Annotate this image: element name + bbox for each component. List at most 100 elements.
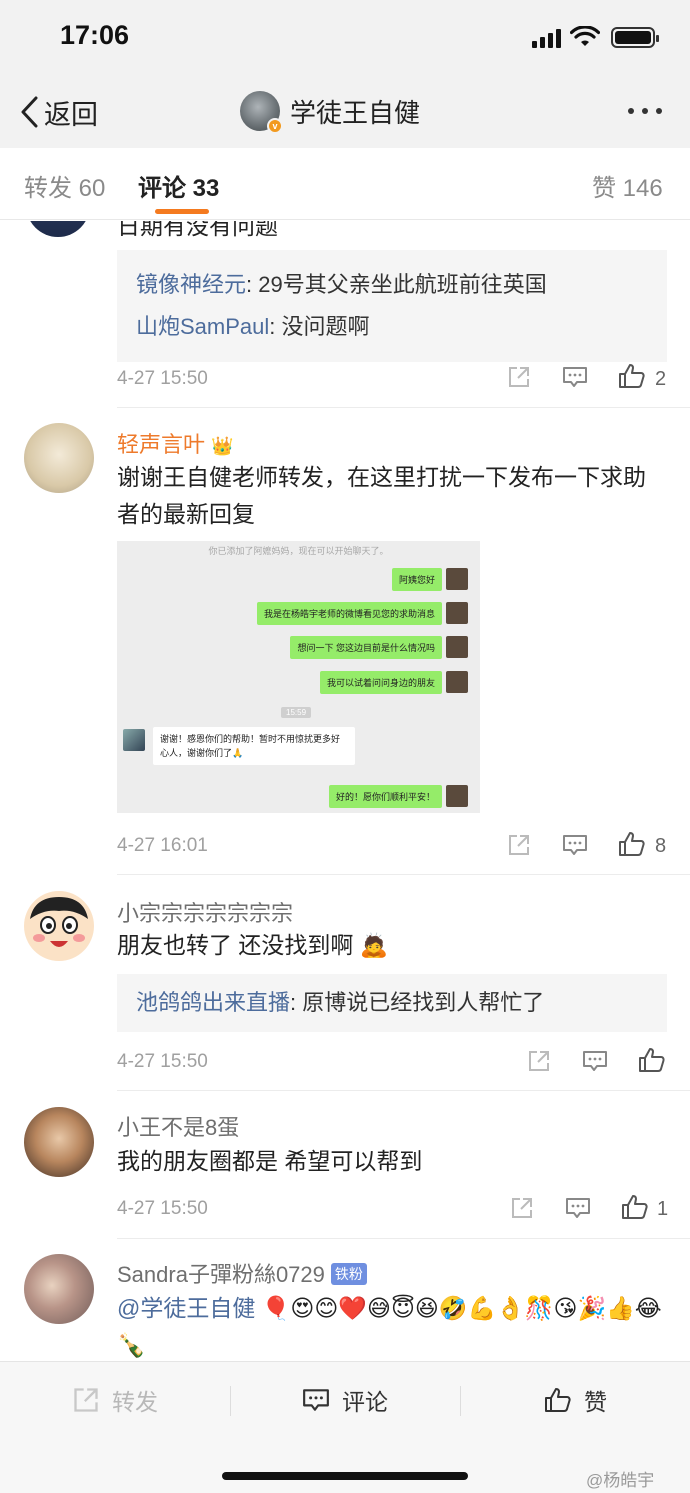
- reply-item: 池鸽鸽出来直播: 原博说已经找到人帮忙了: [136, 982, 648, 1024]
- crown-badge-icon: 👑: [211, 436, 234, 456]
- reply-box[interactable]: 池鸽鸽出来直播: 原博说已经找到人帮忙了: [117, 974, 667, 1032]
- fan-badge: 铁粉: [330, 1263, 367, 1285]
- chat-bubble: 阿姨您好: [391, 568, 442, 591]
- back-label: 返回: [44, 99, 98, 130]
- comment-time: 4-27 15:50: [117, 368, 208, 389]
- verified-badge-icon: v: [267, 118, 283, 134]
- battery-icon: [611, 27, 659, 48]
- chat-avatar: [446, 568, 468, 590]
- like-button[interactable]: 赞: [544, 1380, 607, 1420]
- chat-avatar: [123, 729, 145, 751]
- chat-avatar: [446, 602, 468, 624]
- author-name: Sandra子彈粉絲0729: [117, 1262, 325, 1287]
- avatar[interactable]: [24, 423, 94, 493]
- comment-author[interactable]: 小宗宗宗宗宗宗宗: [117, 896, 293, 928]
- chat-bubble: 想问一下 您这边目前是什么情况吗: [290, 636, 442, 659]
- repost-button[interactable]: 转发: [72, 1380, 158, 1420]
- comment-icon[interactable]: [562, 833, 588, 857]
- tab-bar: 转发 60 评论 33 赞 146: [0, 148, 690, 220]
- comment-icon: [303, 1389, 329, 1411]
- reply-item: 镜像神经元: 29号其父亲坐此航班前往英国: [136, 264, 648, 306]
- divider: [117, 1238, 690, 1239]
- more-icon[interactable]: [628, 108, 662, 114]
- like-count: 1: [657, 1198, 669, 1220]
- chat-avatar: [446, 636, 468, 658]
- comment-button[interactable]: 评论: [302, 1380, 388, 1420]
- chat-bubble: 我可以试着问问身边的朋友: [319, 671, 442, 694]
- comment-text: 我的朋友圈都是 希望可以帮到: [117, 1148, 423, 1174]
- divider: [460, 1386, 461, 1416]
- comment-text: @学徒王自健 🎈😍😊❤️😅😇😆🤣💪👌🎊😘🎉👍😂🍾: [117, 1290, 662, 1361]
- share-icon[interactable]: [527, 1049, 551, 1073]
- mention-link[interactable]: @学徒王自健: [117, 1295, 255, 1321]
- tab-repost[interactable]: 转发 60: [24, 168, 105, 203]
- divider: [117, 1090, 690, 1091]
- comment-time: 4-27 15:50: [117, 1051, 208, 1072]
- chat-avatar: [446, 785, 468, 807]
- chat-bubble: 谢谢！感恩你们的帮助！暂时不用惊扰更多好心人，谢谢你们了🙏: [153, 727, 355, 765]
- chat-bubble: 好的！愿你们顺利平安！: [328, 785, 442, 808]
- comment-text: 朋友也转了 还没找到啊 🙇: [117, 932, 389, 958]
- comment-list[interactable]: 日期有没有问题 镜像神经元: 29号其父亲坐此航班前往英国 山炮SamPaul:…: [0, 221, 690, 1361]
- reply-author[interactable]: 镜像神经元: [136, 272, 246, 297]
- reply-item: 山炮SamPaul: 没问题啊: [136, 306, 648, 348]
- nav-user[interactable]: v 学徒王自健: [240, 89, 421, 134]
- like-icon[interactable]: [618, 831, 646, 857]
- like-label: 赞: [584, 1389, 607, 1415]
- tab-indicator: [155, 209, 209, 214]
- repost-label: 转发: [112, 1389, 158, 1415]
- reply-author[interactable]: 山炮SamPaul: [136, 314, 269, 339]
- avatar: v: [240, 91, 283, 134]
- reply-text: : 原博说已经找到人帮忙了: [290, 990, 545, 1015]
- avatar[interactable]: [24, 1107, 94, 1177]
- author-name: 轻声言叶: [117, 432, 206, 457]
- like-icon[interactable]: [621, 1194, 649, 1220]
- share-icon[interactable]: [510, 1196, 534, 1220]
- wifi-icon: [570, 26, 600, 46]
- comment-text: 日期有没有问题: [117, 221, 278, 239]
- reply-text: : 没问题啊: [269, 314, 370, 339]
- share-icon[interactable]: [507, 833, 531, 857]
- comment-author[interactable]: 小王不是8蛋: [117, 1110, 239, 1142]
- chat-avatar: [446, 671, 468, 693]
- like-icon[interactable]: [638, 1047, 666, 1073]
- comment-author[interactable]: 轻声言叶 👑: [117, 427, 234, 459]
- bottom-action-bar: 转发 评论 赞 @杨皓宇: [0, 1361, 690, 1493]
- avatar[interactable]: [24, 1254, 94, 1324]
- divider: [117, 407, 690, 408]
- comment-text: 谢谢王自健老师转发，在这里打扰一下发布一下求助者的最新回复: [117, 464, 646, 527]
- divider: [117, 874, 690, 875]
- avatar[interactable]: [26, 221, 90, 237]
- reply-box[interactable]: 镜像神经元: 29号其父亲坐此航班前往英国 山炮SamPaul: 没问题啊: [117, 250, 667, 362]
- like-count: 8: [655, 835, 667, 857]
- tab-comments[interactable]: 评论 33: [138, 168, 219, 203]
- status-bar: 17:06: [0, 0, 690, 76]
- watermark: @杨皓宇: [586, 1471, 655, 1490]
- chat-bubble: 我是在杨皓宇老师的微博看见您的求助消息: [256, 602, 442, 625]
- comment-time: 4-27 15:50: [117, 1198, 208, 1219]
- home-indicator[interactable]: [222, 1472, 468, 1480]
- back-button[interactable]: 返回: [18, 92, 98, 132]
- comment-icon[interactable]: [565, 1196, 591, 1220]
- divider: [230, 1386, 231, 1416]
- comment-author[interactable]: Sandra子彈粉絲0729 铁粉: [117, 1257, 367, 1289]
- comment-icon[interactable]: [562, 365, 588, 389]
- chat-screenshot-image[interactable]: 你已添加了阿嬷妈妈，现在可以开始聊天了。 阿姨您好 我是在杨皓宇老师的微博看见您…: [117, 541, 480, 813]
- chat-timestamp: 15:59: [281, 707, 312, 718]
- comment-label: 评论: [342, 1389, 388, 1415]
- like-icon[interactable]: [618, 363, 646, 389]
- page-title: 学徒王自健: [290, 97, 421, 128]
- nav-bar: 返回 v 学徒王自健: [0, 76, 690, 148]
- share-icon[interactable]: [507, 365, 531, 389]
- comment-time: 4-27 16:01: [117, 835, 208, 856]
- tab-likes[interactable]: 赞 146: [592, 168, 663, 203]
- reply-author[interactable]: 池鸽鸽出来直播: [136, 990, 290, 1015]
- comment-icon[interactable]: [582, 1049, 608, 1073]
- chat-system-message: 你已添加了阿嬷妈妈，现在可以开始聊天了。: [208, 546, 389, 556]
- status-time: 17:06: [60, 20, 130, 50]
- chevron-left-icon: [21, 96, 38, 128]
- share-icon: [74, 1388, 98, 1412]
- avatar[interactable]: [24, 891, 94, 961]
- like-count: 2: [655, 368, 667, 390]
- reply-text: : 29号其父亲坐此航班前往英国: [246, 272, 547, 297]
